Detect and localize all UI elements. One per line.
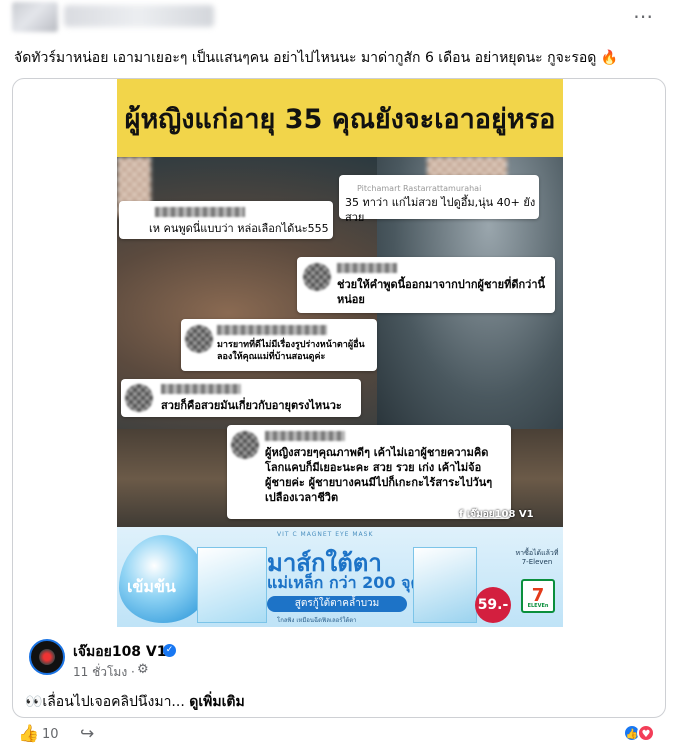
- page-avatar[interactable]: [29, 639, 65, 675]
- verified-badge-icon: ✓: [163, 644, 176, 657]
- commenter-name-blurred: [337, 263, 397, 273]
- page-watermark: f เจ๊มอย108 V1: [459, 509, 534, 520]
- comment-box: เห คนพูดนี่แบบว่า หล่อเลือกได้นะ555: [119, 201, 333, 239]
- commenter-name-blurred: [217, 325, 327, 335]
- commenter-avatar-blurred: [125, 384, 153, 412]
- author-avatar-blurred[interactable]: [12, 2, 58, 32]
- post-image[interactable]: ผู้หญิงแก่อายุ 35 คุณยังจะเอาอยู่หรอ เห …: [117, 79, 563, 627]
- comment-box: Pitchamart Rastarrattamurahai 35 ทาว่า แ…: [339, 175, 539, 224]
- commenter-name-blurred: [161, 384, 241, 394]
- author-name-blurred[interactable]: [64, 5, 214, 27]
- comment-text: 35 ทาว่า แก่ไม่สวย ไปดูอึ้ม,นุ่น 40+ ยัง…: [345, 196, 536, 224]
- more-options-icon[interactable]: ⋯: [633, 6, 654, 26]
- ad-subheadline: แม่เหล็ก กว่า 200 จุด: [267, 573, 421, 592]
- seven-eleven-logo: 7 ELEVEn: [521, 579, 555, 613]
- love-reaction-icon: ♥: [637, 724, 655, 742]
- store-availability: หาซื้อได้แล้วที่ 7-Eleven: [515, 549, 559, 566]
- shared-post-card[interactable]: ผู้หญิงแก่อายุ 35 คุณยังจะเอาอยู่หรอ เห …: [12, 78, 666, 718]
- audience-gear-icon: ⚙: [137, 662, 149, 677]
- price-badge: 59.-: [475, 587, 511, 623]
- comment-text: มารยาทที่ดีไม่มีเรื่องรูปร่างหน้าตาผู้อื…: [217, 340, 365, 362]
- commenter-avatar-blurred: [231, 431, 259, 459]
- product-box-graphic: [197, 547, 267, 623]
- image-headline: ผู้หญิงแก่อายุ 35 คุณยังจะเอาอยู่หรอ: [117, 79, 563, 157]
- ad-kicker: VIT C MAGNET EYE MASK: [277, 531, 374, 538]
- comment-box: ผู้หญิงสวยๆคุณภาพดีๆ เค้าไม่เอาผู้ชายควา…: [227, 425, 511, 519]
- post-caption: จัดทัวร์มาหน่อย เอามาเยอะๆ เป็นแสนๆคน อย…: [14, 50, 619, 66]
- product-pack-graphic: [413, 547, 477, 623]
- see-more-link[interactable]: ดูเพิ่มเติม: [189, 694, 244, 710]
- comment-box: สวยก็คือสวยมันเกี่ยวกับอายุตรงไหนวะ: [121, 379, 361, 417]
- page-name-link[interactable]: เจ๊มอย108 V1: [73, 641, 167, 663]
- comment-box: ช่วยให้คำพูดนี้ออกมาจากปากผู้ชายที่ดีกว่…: [297, 257, 555, 313]
- comment-text: ผู้หญิงสวยๆคุณภาพดีๆ เค้าไม่เอาผู้ชายควา…: [265, 446, 493, 504]
- commenter-name-blurred: [265, 431, 345, 441]
- like-count[interactable]: 10: [42, 727, 59, 742]
- ad-strong-label: เข้มข้น: [127, 577, 176, 596]
- comment-box: มารยาทที่ดีไม่มีเรื่องรูปร่างหน้าตาผู้อื…: [181, 319, 377, 371]
- ad-footnote: โกลพิง เหมือนฉีดฟิลเลอร์ใต้ตา: [277, 617, 357, 624]
- avatar-graphic: [39, 649, 55, 665]
- commenter-name-blurred: [155, 207, 245, 217]
- comment-text: เห คนพูดนี่แบบว่า หล่อเลือกได้นะ555: [149, 222, 329, 235]
- shared-post-snippet: 👀เลื่อนไปเจอคลิปนึงมา... ดูเพิ่มเติม: [25, 691, 245, 713]
- share-button-icon[interactable]: ↪: [80, 724, 94, 744]
- seven-eleven-wordmark: ELEVEn: [527, 603, 549, 609]
- ad-ribbon: สูตรกู้ใต้ตาคล้ำบวม: [267, 596, 407, 612]
- like-button-icon[interactable]: 👍: [18, 724, 39, 744]
- commenter-avatar-blurred: [185, 325, 213, 353]
- reaction-summary[interactable]: 👍 ♥: [623, 724, 661, 742]
- snippet-text: 👀เลื่อนไปเจอคลิปนึงมา...: [25, 694, 190, 710]
- commenter-name-faint: Pitchamart Rastarrattamurahai: [357, 184, 482, 193]
- post-timestamp[interactable]: 11 ชั่วโมง ·: [73, 663, 135, 682]
- ad-banner: เข้มข้น VIT C MAGNET EYE MASK มาส์กใต้ตา…: [117, 527, 563, 627]
- comment-text: ช่วยให้คำพูดนี้ออกมาจากปากผู้ชายที่ดีกว่…: [337, 278, 546, 306]
- post-header: ⋯: [12, 2, 662, 36]
- commenter-avatar-blurred: [303, 263, 331, 291]
- comment-text: สวยก็คือสวยมันเกี่ยวกับอายุตรงไหนวะ: [161, 399, 342, 412]
